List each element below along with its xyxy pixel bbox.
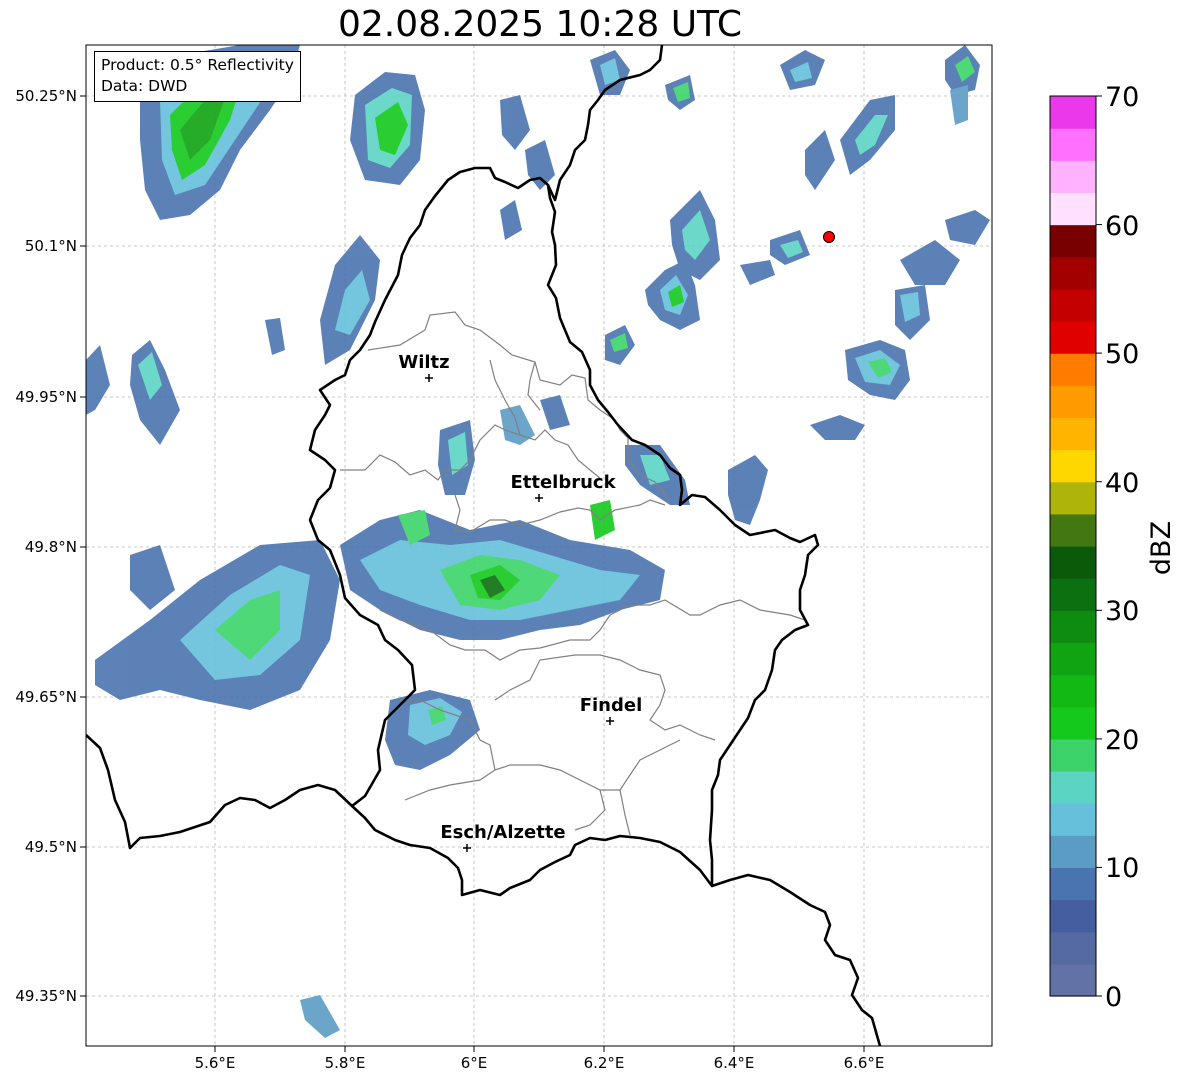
lon-tick-label: 6.4°E	[714, 1054, 755, 1072]
lat-tick-label: 49.35°N	[15, 987, 77, 1005]
colorbar-segment	[1050, 642, 1096, 676]
colorbar-segment	[1050, 224, 1096, 258]
colorbar-segment	[1050, 867, 1096, 901]
colorbar-ticks: 0 10 20 30 40 50 60 70	[1096, 82, 1139, 1013]
colorbar-label: dBZ	[1146, 521, 1177, 575]
lon-tick-label: 6.6°E	[844, 1054, 885, 1072]
colorbar-segment	[1050, 256, 1096, 290]
echo-cell	[740, 45, 990, 440]
colorbar-segment	[1050, 738, 1096, 772]
echo-cell	[385, 690, 480, 770]
colorbar-tick-label: 30	[1105, 596, 1139, 627]
colorbar-segment	[1050, 899, 1096, 933]
echo-cell	[86, 340, 180, 445]
colorbar-segment	[1050, 578, 1096, 611]
radar-echoes	[86, 45, 990, 1038]
colorbar-segment	[1050, 963, 1096, 997]
colorbar-segment	[1050, 288, 1096, 322]
colorbar-segment	[1050, 160, 1096, 194]
place-esch: Esch/Alzette	[440, 822, 566, 852]
lon-tick-label: 6.2°E	[584, 1054, 625, 1072]
info-box: Product: 0.5° Reflectivity Data: DWD	[94, 51, 301, 102]
lat-tick-label: 50.25°N	[15, 87, 77, 105]
lon-tick-label: 5.6°E	[195, 1054, 236, 1072]
lon-tick-label: 5.8°E	[325, 1054, 366, 1072]
place-label: Wiltz	[398, 352, 449, 373]
radar-map: Wiltz Ettelbruck Findel Esch/Alzette 50.…	[15, 44, 1177, 1072]
lon-tick-label: 6°E	[461, 1054, 488, 1072]
colorbar-segment	[1050, 417, 1096, 451]
echo-cell	[340, 500, 665, 640]
colorbar-tick-label: 20	[1105, 725, 1139, 756]
echo-cell	[320, 235, 380, 365]
colorbar-segment	[1050, 931, 1096, 965]
colorbar-segment	[1050, 706, 1096, 740]
colorbar-tick-label: 70	[1105, 82, 1139, 113]
colorbar-tick-label: 40	[1105, 468, 1139, 499]
latitude-labels: 50.25°N 50.1°N 49.95°N 49.8°N 49.65°N 49…	[15, 87, 86, 1005]
lat-tick-label: 49.65°N	[15, 688, 77, 706]
lat-tick-label: 49.5°N	[25, 838, 77, 856]
colorbar-segment	[1050, 449, 1096, 483]
place-label: Ettelbruck	[510, 472, 616, 493]
colorbar-tick-label: 50	[1105, 339, 1139, 370]
lat-tick-label: 50.1°N	[25, 237, 77, 255]
colorbar-tick-label: 0	[1105, 982, 1122, 1013]
echo-cell	[350, 72, 425, 185]
colorbar-tick-label: 60	[1105, 211, 1139, 242]
longitude-labels: 5.6°E 5.8°E 6°E 6.2°E 6.4°E 6.6°E	[195, 1046, 885, 1072]
colorbar-segment	[1050, 513, 1096, 547]
colorbar: 0 10 20 30 40 50 60 70 dBZ	[1049, 82, 1177, 1013]
place-wiltz: Wiltz	[398, 352, 450, 382]
colorbar-segment	[1050, 674, 1096, 708]
place-ettelbruck: Ettelbruck	[510, 472, 617, 502]
colorbar-segment	[1050, 353, 1096, 386]
colorbar-segment	[1050, 835, 1096, 869]
data-source-text: Data: DWD	[101, 77, 188, 95]
colorbar-segment	[1050, 610, 1096, 644]
colorbar-segment	[1050, 546, 1096, 579]
station-marker	[823, 231, 835, 243]
colorbar-tick-label: 10	[1105, 853, 1139, 884]
colorbar-segments	[1050, 96, 1096, 997]
colorbar-segment	[1050, 192, 1096, 226]
place-label: Esch/Alzette	[440, 822, 565, 843]
place-findel: Findel	[580, 695, 643, 725]
product-text: Product: 0.5° Reflectivity	[101, 56, 294, 74]
lat-tick-label: 49.8°N	[25, 538, 77, 556]
lat-tick-label: 49.95°N	[15, 388, 77, 406]
colorbar-segment	[1050, 128, 1096, 161]
colorbar-segment	[1050, 96, 1096, 129]
colorbar-segment	[1050, 771, 1096, 804]
colorbar-segment	[1050, 385, 1096, 419]
echo-cell	[605, 190, 720, 365]
colorbar-segment	[1050, 481, 1096, 515]
colorbar-segment	[1050, 803, 1096, 836]
colorbar-segment	[1050, 321, 1096, 354]
place-label: Findel	[580, 695, 643, 716]
